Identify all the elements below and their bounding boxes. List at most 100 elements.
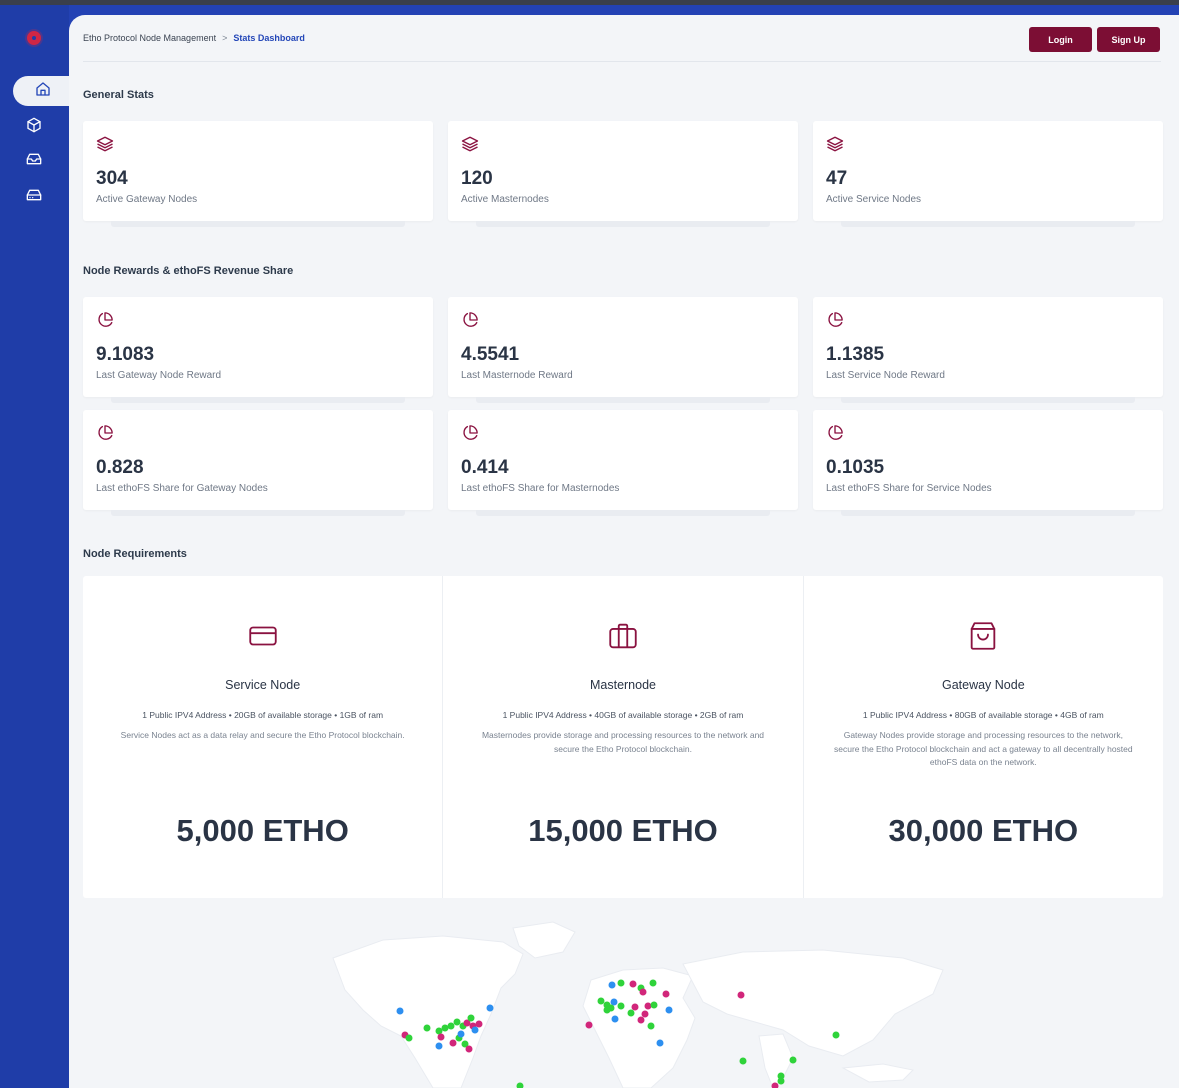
inbox-icon <box>26 151 42 172</box>
layers-icon <box>461 135 479 153</box>
node-price: 5,000 ETHO <box>176 813 349 848</box>
node-dot-master <box>437 1033 445 1041</box>
node-dot-gateway <box>457 1030 465 1038</box>
node-description: Gateway Nodes provide storage and proces… <box>834 730 1133 767</box>
node-dot-gateway <box>471 1026 479 1034</box>
pie-chart-icon <box>826 311 844 329</box>
breadcrumb-separator: > <box>222 33 228 43</box>
node-dot-service <box>435 1027 443 1035</box>
node-dot-master <box>631 1003 639 1011</box>
node-dot-gateway <box>608 981 616 989</box>
node-dot-master <box>465 1045 473 1053</box>
node-dot-master <box>449 1039 457 1047</box>
stat-label: Active Gateway Nodes <box>96 194 198 205</box>
node-world-map <box>83 918 1163 1088</box>
pie-chart-icon <box>96 424 114 442</box>
node-description: Service Nodes act as a data relay and se… <box>120 730 405 740</box>
node-dot-master <box>641 1010 649 1018</box>
node-price: 30,000 ETHO <box>888 813 1079 848</box>
stat-value: 120 <box>461 168 493 189</box>
stat-card-masternodes: 120 Active Masternodes <box>448 121 798 227</box>
sidebar-item-storage[interactable] <box>13 182 55 212</box>
stat-value: 304 <box>96 168 128 189</box>
pie-chart-icon <box>461 311 479 329</box>
node-name: Masternode <box>589 678 656 692</box>
share-card-masternode: 0.414 Last ethoFS Share for Masternodes <box>448 410 798 516</box>
node-dot-service <box>441 1024 449 1032</box>
sidebar-item-inbox[interactable] <box>13 146 55 176</box>
pie-chart-icon <box>96 311 114 329</box>
reward-value: 1.1385 <box>826 344 885 365</box>
node-dot-service <box>832 1031 840 1039</box>
requirement-gateway-node: Gateway Node 1 Public IPV4 Address • 80G… <box>804 576 1163 898</box>
node-dot-service <box>647 1022 655 1030</box>
reward-value: 9.1083 <box>96 344 155 365</box>
requirements-panel: Service Node 1 Public IPV4 Address • 20G… <box>83 576 1163 898</box>
node-name: Gateway Node <box>941 678 1025 692</box>
sidebar-item-nodes[interactable] <box>13 112 55 142</box>
node-dot-gateway <box>665 1006 673 1014</box>
briefcase-icon <box>606 619 640 653</box>
main-content: Etho Protocol Node Management > Stats Da… <box>69 15 1179 1088</box>
node-dot-master <box>662 990 670 998</box>
node-dot-gateway <box>610 998 618 1006</box>
stat-label: Active Service Nodes <box>826 194 922 205</box>
credit-card-icon <box>246 619 280 653</box>
node-dot-master <box>475 1020 483 1028</box>
general-stats-title: General Stats <box>83 89 154 101</box>
shopping-bag-icon <box>966 619 1000 653</box>
share-label: Last ethoFS Share for Masternodes <box>461 483 620 494</box>
breadcrumb-current: Stats Dashboard <box>233 33 305 43</box>
map-indonesia <box>841 1063 915 1083</box>
share-value: 0.1035 <box>826 457 885 478</box>
node-dot-service <box>739 1057 747 1065</box>
node-dot-gateway <box>486 1004 494 1012</box>
node-spec: 1 Public IPV4 Address • 80GB of availabl… <box>862 710 1104 720</box>
share-label: Last ethoFS Share for Service Nodes <box>826 483 992 494</box>
breadcrumb: Etho Protocol Node Management > Stats Da… <box>83 33 305 43</box>
login-button[interactable]: Login <box>1029 27 1092 52</box>
node-dot-master <box>585 1021 593 1029</box>
node-dot-master <box>644 1002 652 1010</box>
share-card-gateway: 0.828 Last ethoFS Share for Gateway Node… <box>83 410 433 516</box>
node-dot-gateway <box>656 1039 664 1047</box>
node-dot-service <box>516 1082 524 1088</box>
etho-logo[interactable] <box>27 31 41 45</box>
node-dot-service <box>617 979 625 987</box>
node-dot-master <box>737 991 745 999</box>
window-top-strip <box>0 0 1179 5</box>
node-dot-service <box>597 997 605 1005</box>
node-dot-gateway <box>435 1042 443 1050</box>
node-dot-master <box>629 980 637 988</box>
reward-label: Last Masternode Reward <box>461 370 573 381</box>
node-dot-service <box>777 1077 785 1085</box>
reward-card-masternode: 4.5541 Last Masternode Reward <box>448 297 798 403</box>
node-dot-service <box>467 1014 475 1022</box>
reward-label: Last Gateway Node Reward <box>96 370 222 381</box>
cube-icon <box>26 117 42 138</box>
sign-up-button[interactable]: Sign Up <box>1097 27 1160 52</box>
node-dot-master <box>639 988 647 996</box>
breadcrumb-parent[interactable]: Etho Protocol Node Management <box>83 33 216 43</box>
sidebar-item-home[interactable] <box>13 76 73 106</box>
reward-label: Last Service Node Reward <box>826 370 945 381</box>
node-dot-service <box>789 1056 797 1064</box>
node-dot-service <box>453 1018 461 1026</box>
map-greenland <box>512 921 576 959</box>
node-dot-gateway <box>611 1015 619 1023</box>
world-map-svg <box>332 921 944 1088</box>
stat-card-gateway: 304 Active Gateway Nodes <box>83 121 433 227</box>
share-value: 0.828 <box>96 457 144 478</box>
top-bar: Etho Protocol Node Management > Stats Da… <box>83 15 1161 62</box>
node-spec: 1 Public IPV4 Address • 20GB of availabl… <box>142 710 384 720</box>
stat-value: 47 <box>826 168 848 189</box>
stat-label: Active Masternodes <box>461 194 549 205</box>
map-india <box>758 1033 794 1088</box>
node-dot-service <box>405 1034 413 1042</box>
node-dot-service <box>603 1006 611 1014</box>
node-price: 15,000 ETHO <box>528 813 718 848</box>
reward-card-service: 1.1385 Last Service Node Reward <box>813 297 1163 403</box>
layers-icon <box>826 135 844 153</box>
hard-drive-icon <box>26 187 42 208</box>
app-frame: Etho Protocol Node Management > Stats Da… <box>0 0 1179 1088</box>
